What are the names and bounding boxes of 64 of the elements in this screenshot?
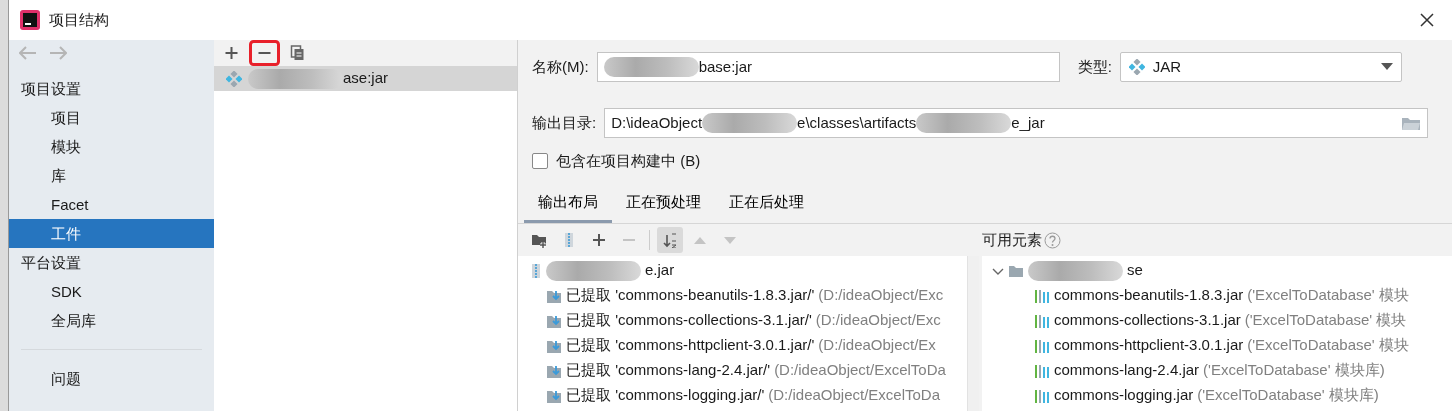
checkbox-label: 包含在项目构建中 (B) — [556, 151, 701, 171]
tree-item-detail: (D:/ideaObject/ExcelToDa — [768, 385, 941, 406]
tree-item-text: 已提取 'commons-httpclient-3.0.1.jar/' — [566, 335, 815, 356]
name-field[interactable]: base:jar — [596, 52, 1060, 82]
tree-item-text: commons-collections-3.1.jar — [1054, 310, 1241, 331]
help-icon[interactable] — [1044, 231, 1061, 249]
tree-item-text: commons-logging.jar — [1054, 385, 1194, 406]
plus-icon[interactable] — [591, 232, 607, 248]
tree-item-text: commons-httpclient-3.0.1.jar — [1054, 335, 1244, 356]
sort-icon[interactable] — [662, 232, 678, 248]
sidebar-item[interactable]: 问题 — [9, 364, 214, 393]
tree-item-detail: (D:/ideaObject/ExcelToDa — [774, 360, 946, 381]
tree-item-text: commons-lang-2.4.jar — [1054, 360, 1200, 381]
tree-item-text: 已提取 'commons-logging.jar/' — [566, 385, 765, 406]
sidebar-item[interactable]: Facet — [9, 190, 214, 219]
artifact-name: ase:jar — [343, 69, 389, 87]
output-directory-field[interactable]: D:\ideaObject e\classes\artifacts e_jar — [604, 108, 1428, 138]
checkbox[interactable] — [532, 153, 548, 170]
folder-icon[interactable] — [1401, 115, 1421, 131]
tree-item-detail: ('ExcelToDatabase' 模块库) — [1203, 360, 1385, 381]
tree-item-detail: ('ExcelToDatabase' 模块 — [1247, 335, 1409, 356]
tree-item-text: 已提取 'commons-collections-3.1.jar/' — [566, 310, 812, 331]
type-dropdown[interactable]: JAR — [1119, 52, 1402, 82]
section-heading: 项目设置 — [20, 79, 82, 99]
field-label: 名称(M): — [532, 56, 589, 77]
sidebar-item[interactable]: 全局库 — [9, 306, 214, 335]
tree-item-detail: ('ExcelToDatabase' 模块库) — [1197, 385, 1379, 406]
tab[interactable]: 正在预处理 — [612, 184, 715, 223]
tree-item-detail: (D:/ideaObject/Exc — [815, 310, 941, 331]
tree-item-text: e.jar — [645, 260, 675, 281]
sidebar-item[interactable]: SDK — [9, 277, 214, 306]
diamond-icon — [1128, 59, 1145, 75]
tree-item-text: commons-beanutils-1.8.3.jar — [1054, 285, 1244, 306]
panel-title: 可用元素 — [982, 229, 1042, 250]
tree-item-text: se — [1127, 260, 1143, 281]
minus-icon[interactable] — [249, 40, 280, 66]
library-icon — [1034, 337, 1050, 354]
sidebar-item[interactable]: 模块 — [9, 132, 214, 161]
folder-plus-icon[interactable] — [531, 232, 547, 248]
library-icon — [1034, 312, 1050, 329]
library-icon — [1034, 287, 1050, 304]
tree-item-text: 已提取 'commons-beanutils-1.8.3.jar/' — [566, 285, 815, 306]
field-label: 输出目录: — [532, 112, 597, 133]
sidebar-item[interactable]: 项目 — [9, 103, 214, 132]
sidebar-item[interactable]: 库 — [9, 161, 214, 190]
tab[interactable]: 输出布局 — [524, 184, 612, 223]
app-logo-icon — [19, 9, 41, 31]
close-icon[interactable] — [1420, 13, 1434, 27]
library-icon — [1034, 362, 1050, 379]
tab[interactable]: 正在后处理 — [715, 184, 818, 223]
section-heading: 平台设置 — [20, 253, 82, 273]
tree-item-text: 已提取 'commons-lang-2.4.jar/' — [566, 360, 771, 381]
window-title: 项目结构 — [49, 9, 109, 30]
scrollbar[interactable] — [967, 256, 979, 411]
artifact-item[interactable]: ase:jar — [214, 66, 517, 91]
tree-item-detail: (D:/ideaObject/Exc — [818, 285, 944, 306]
tree-item-detail: (D:/ideaObject/Ex — [818, 335, 936, 356]
library-icon — [1034, 387, 1050, 404]
tree-item-detail: ('ExcelToDatabase' 模块 — [1247, 285, 1409, 306]
diamond-icon — [226, 70, 242, 87]
tree-item-detail: ('ExcelToDatabase' 模块 — [1244, 310, 1407, 331]
field-label: 类型: — [1077, 56, 1112, 77]
sidebar-item[interactable]: 工件 — [9, 219, 214, 248]
caret-icon — [1380, 63, 1393, 71]
